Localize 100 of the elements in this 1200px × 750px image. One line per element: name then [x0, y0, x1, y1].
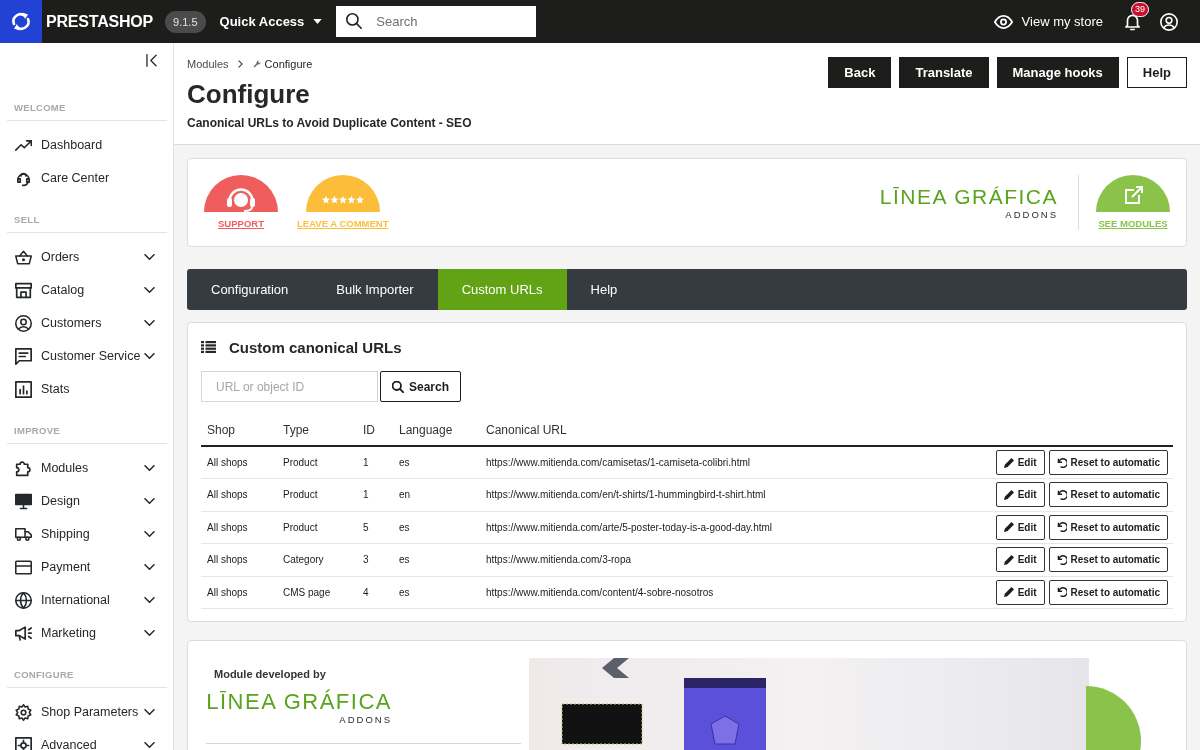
megaphone-icon — [15, 624, 32, 642]
five-stars-icon[interactable] — [305, 175, 380, 212]
puzzle-icon — [15, 459, 32, 477]
edit-button[interactable]: Edit — [995, 579, 1045, 605]
credit-card-icon — [15, 558, 32, 576]
globe-icon — [15, 591, 32, 609]
sidebar-item[interactable]: International — [7, 583, 167, 617]
list-icon — [201, 341, 216, 353]
logo-text: PRESTASHOP — [46, 12, 154, 31]
reset-button[interactable]: Reset to automatic — [1048, 547, 1168, 573]
sidebar-item[interactable]: Orders — [7, 240, 167, 274]
page-title: Configure — [187, 78, 311, 110]
sidebar-item[interactable]: Marketing — [7, 616, 167, 650]
table-cell: All shops — [201, 478, 277, 511]
column-header: Type — [277, 414, 357, 446]
breadcrumb-current: Configure — [264, 57, 313, 71]
brand-logo-tagline: ADDONS — [1005, 209, 1058, 220]
bell-icon[interactable] — [1125, 12, 1140, 31]
edit-button[interactable]: Edit — [995, 547, 1045, 573]
edit-button[interactable]: Edit — [995, 482, 1045, 508]
pencil-icon — [1003, 489, 1014, 500]
sidebar-item[interactable]: Catalog — [7, 273, 167, 307]
sidebar-item[interactable]: Payment — [7, 550, 167, 584]
column-header: Canonical URL — [480, 414, 986, 446]
toolbar-button[interactable]: Translate — [899, 57, 989, 88]
table-cell: es — [393, 511, 480, 544]
sidebar-item[interactable]: Customer Service — [7, 339, 167, 373]
section-heading: CONFIGURE — [7, 669, 167, 688]
user-circle-icon — [15, 314, 32, 332]
reset-icon — [1056, 489, 1067, 500]
search-button[interactable]: Search — [380, 371, 461, 402]
search-input[interactable]: URL or object ID — [201, 371, 378, 402]
reset-button[interactable]: Reset to automatic — [1048, 450, 1168, 475]
table-cell: https://www.mitienda.com/en/t-shirts/1-hummingbird-t-shirt.html — [480, 478, 986, 511]
toolbar-button[interactable]: Help — [1126, 57, 1187, 88]
sidebar-item[interactable]: Dashboard — [7, 128, 167, 162]
view-store-link[interactable]: View my store — [993, 14, 1103, 29]
toolbar-button[interactable]: Manage hooks — [996, 57, 1119, 88]
sidebar-item[interactable]: Modules — [7, 451, 167, 485]
chevron-right-icon — [237, 60, 243, 68]
table-cell: https://www.mitienda.com/3-ropa — [480, 543, 986, 576]
sidebar-item[interactable]: Design — [7, 484, 167, 518]
table-cell: Product — [277, 446, 357, 479]
reset-button[interactable]: Reset to automatic — [1048, 514, 1168, 540]
bar-chart-icon — [15, 380, 32, 398]
table-cell: CMS page — [277, 576, 357, 609]
tab[interactable]: Configuration — [187, 269, 313, 310]
table-cell: All shops — [201, 446, 277, 479]
sidebar-item[interactable]: Advanced — [7, 728, 167, 750]
table-cell: 1 — [357, 478, 393, 511]
edit-button[interactable]: Edit — [995, 450, 1045, 475]
table-cell: Category — [277, 543, 357, 576]
column-header: Shop — [201, 414, 277, 446]
notification-count: 39 — [1131, 1, 1149, 17]
version-label: 9.1.5 — [165, 10, 206, 33]
table-cell: es — [393, 543, 480, 576]
sidebar-item[interactable]: Shipping — [7, 517, 167, 551]
column-header: Language — [393, 414, 480, 446]
eye-icon — [993, 14, 1013, 29]
sidebar-item[interactable]: Customers — [7, 306, 167, 340]
section-heading: IMPROVE — [7, 425, 167, 444]
toolbar-button[interactable]: Back — [828, 57, 892, 88]
sidebar-item[interactable]: Care Center — [7, 161, 167, 195]
section-heading: SELL — [7, 214, 167, 233]
brand-logo-text: LĪNEA GRÁFICA — [206, 690, 392, 714]
search-icon — [392, 380, 404, 393]
column-header: ID — [357, 414, 393, 446]
table-cell: es — [393, 446, 480, 479]
reset-icon — [1056, 457, 1067, 468]
user-icon[interactable] — [1160, 12, 1178, 31]
table-cell: All shops — [201, 543, 277, 576]
table-cell: https://www.mitienda.com/arte/5-poster-today-is-a-good-day.html — [480, 511, 986, 544]
tab[interactable]: Bulk Importer — [312, 269, 438, 310]
quick-access-menu[interactable]: Quick Access — [217, 10, 325, 33]
search-field[interactable]: Search — [336, 6, 537, 37]
collapse-icon[interactable] — [146, 54, 157, 67]
pencil-icon — [1003, 522, 1014, 533]
table-cell: https://www.mitienda.com/camisetas/1-camiseta-colibri.html — [480, 446, 986, 479]
chat-icon — [15, 347, 32, 365]
table-cell: 3 — [357, 543, 393, 576]
page-subtitle: Canonical URLs to Avoid Duplicate Content - SEO — [187, 115, 472, 131]
tab[interactable]: Help — [566, 269, 642, 310]
reset-button[interactable]: Reset to automatic — [1048, 579, 1168, 605]
edit-button[interactable]: Edit — [995, 514, 1045, 540]
truck-icon — [15, 525, 32, 543]
reset-icon — [1056, 587, 1067, 598]
breadcrumb-link[interactable]: Modules — [187, 57, 229, 71]
sidebar-item[interactable]: Shop Parameters — [7, 695, 167, 729]
pencil-icon — [1003, 587, 1014, 598]
panel-title: Custom canonical URLs — [229, 338, 402, 356]
caret-down-icon — [313, 19, 323, 24]
wrench-icon — [252, 60, 261, 68]
brand-logo-text: LĪNEA GRÁFICA — [879, 185, 1058, 209]
search-icon — [346, 13, 363, 29]
sidebar-item[interactable]: Stats — [7, 372, 167, 406]
gear-icon — [15, 703, 32, 721]
table-cell: Product — [277, 511, 357, 544]
reset-button[interactable]: Reset to automatic — [1048, 482, 1168, 508]
reset-icon — [1056, 554, 1067, 565]
monitor-icon — [15, 492, 32, 510]
